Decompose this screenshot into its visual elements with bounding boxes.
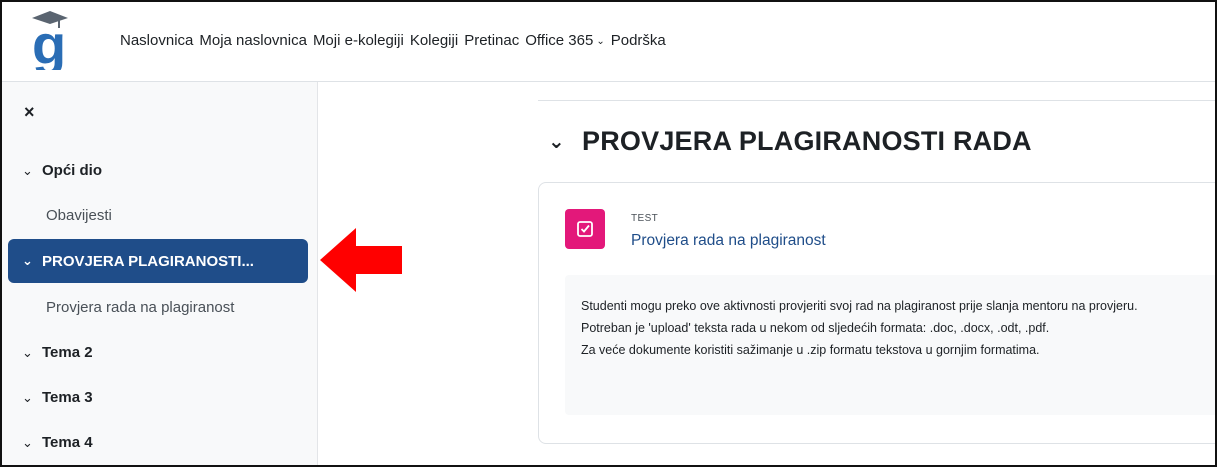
nav-item-kolegiji[interactable]: Kolegiji <box>410 32 464 49</box>
description-line: Za veće dokumente koristiti sažimanje u … <box>581 343 1040 357</box>
chevron-down-icon: ⌄ <box>22 344 33 360</box>
svg-text:g: g <box>32 13 66 70</box>
red-arrow-left-icon <box>320 228 402 292</box>
nav-item-moji-e-kolegiji[interactable]: Moji e-kolegiji <box>313 32 410 49</box>
course-section-label: Tema 2 <box>42 344 93 361</box>
chevron-down-icon: ⌄ <box>22 434 33 450</box>
section-divider <box>538 100 1215 101</box>
nav-item-pretinac[interactable]: Pretinac <box>464 32 525 49</box>
course-section-tema-4[interactable]: ⌄ Tema 4 <box>22 434 93 451</box>
nav-item-podrska[interactable]: Podrška <box>611 32 672 49</box>
description-line: Studenti mogu preko ove aktivnosti provj… <box>581 299 1138 313</box>
primary-navigation: Naslovnica Moja naslovnica Moji e-kolegi… <box>120 32 672 49</box>
course-item-obavijesti[interactable]: Obavijesti <box>46 207 112 224</box>
course-item-provjera-rada[interactable]: Provjera rada na plagiranost <box>46 299 234 316</box>
activity-type-label: TEST <box>631 213 659 224</box>
nav-item-moja-naslovnica[interactable]: Moja naslovnica <box>199 32 313 49</box>
top-navbar: g Naslovnica Moja naslovnica Moji e-kole… <box>2 2 1215 82</box>
close-drawer-icon[interactable]: × <box>24 102 35 123</box>
site-logo[interactable]: g <box>28 10 86 70</box>
course-index-drawer: × ⌄ Opći dio Obavijesti ⌄ PROVJERA PLAGI… <box>2 82 318 465</box>
course-section-label: Opći dio <box>42 162 102 179</box>
page-frame: g Naslovnica Moja naslovnica Moji e-kole… <box>0 0 1217 467</box>
nav-item-office-365[interactable]: Office 365 ⌄ <box>525 32 611 49</box>
course-section-label: Tema 3 <box>42 389 93 406</box>
nav-item-office-365-label: Office 365 <box>525 32 594 49</box>
activity-card: TEST Provjera rada na plagiranost Studen… <box>538 182 1215 444</box>
activity-description: Studenti mogu preko ove aktivnosti provj… <box>565 275 1215 415</box>
section-heading[interactable]: ⌄ PROVJERA PLAGIRANOSTI RADA <box>548 126 1032 157</box>
section-title-text: PROVJERA PLAGIRANOSTI RADA <box>582 126 1032 156</box>
activity-link[interactable]: Provjera rada na plagiranost <box>631 232 826 250</box>
chevron-down-icon: ⌄ <box>22 253 33 268</box>
nav-item-naslovnica[interactable]: Naslovnica <box>120 32 199 49</box>
chevron-down-icon: ⌄ <box>548 131 565 153</box>
course-section-provjera-plagiranosti[interactable]: ⌄ PROVJERA PLAGIRANOSTI... <box>8 239 308 283</box>
chevron-down-icon: ⌄ <box>596 36 605 47</box>
description-line: Potreban je 'upload' teksta rada u nekom… <box>581 321 1050 335</box>
course-section-opci-dio[interactable]: ⌄ Opći dio <box>22 162 102 179</box>
course-section-tema-2[interactable]: ⌄ Tema 2 <box>22 344 93 361</box>
course-section-label: Tema 4 <box>42 434 93 451</box>
course-section-label: PROVJERA PLAGIRANOSTI... <box>42 252 254 270</box>
quiz-checkbox-icon <box>565 209 605 249</box>
course-section-tema-3[interactable]: ⌄ Tema 3 <box>22 389 93 406</box>
chevron-down-icon: ⌄ <box>22 162 33 178</box>
chevron-down-icon: ⌄ <box>22 389 33 405</box>
